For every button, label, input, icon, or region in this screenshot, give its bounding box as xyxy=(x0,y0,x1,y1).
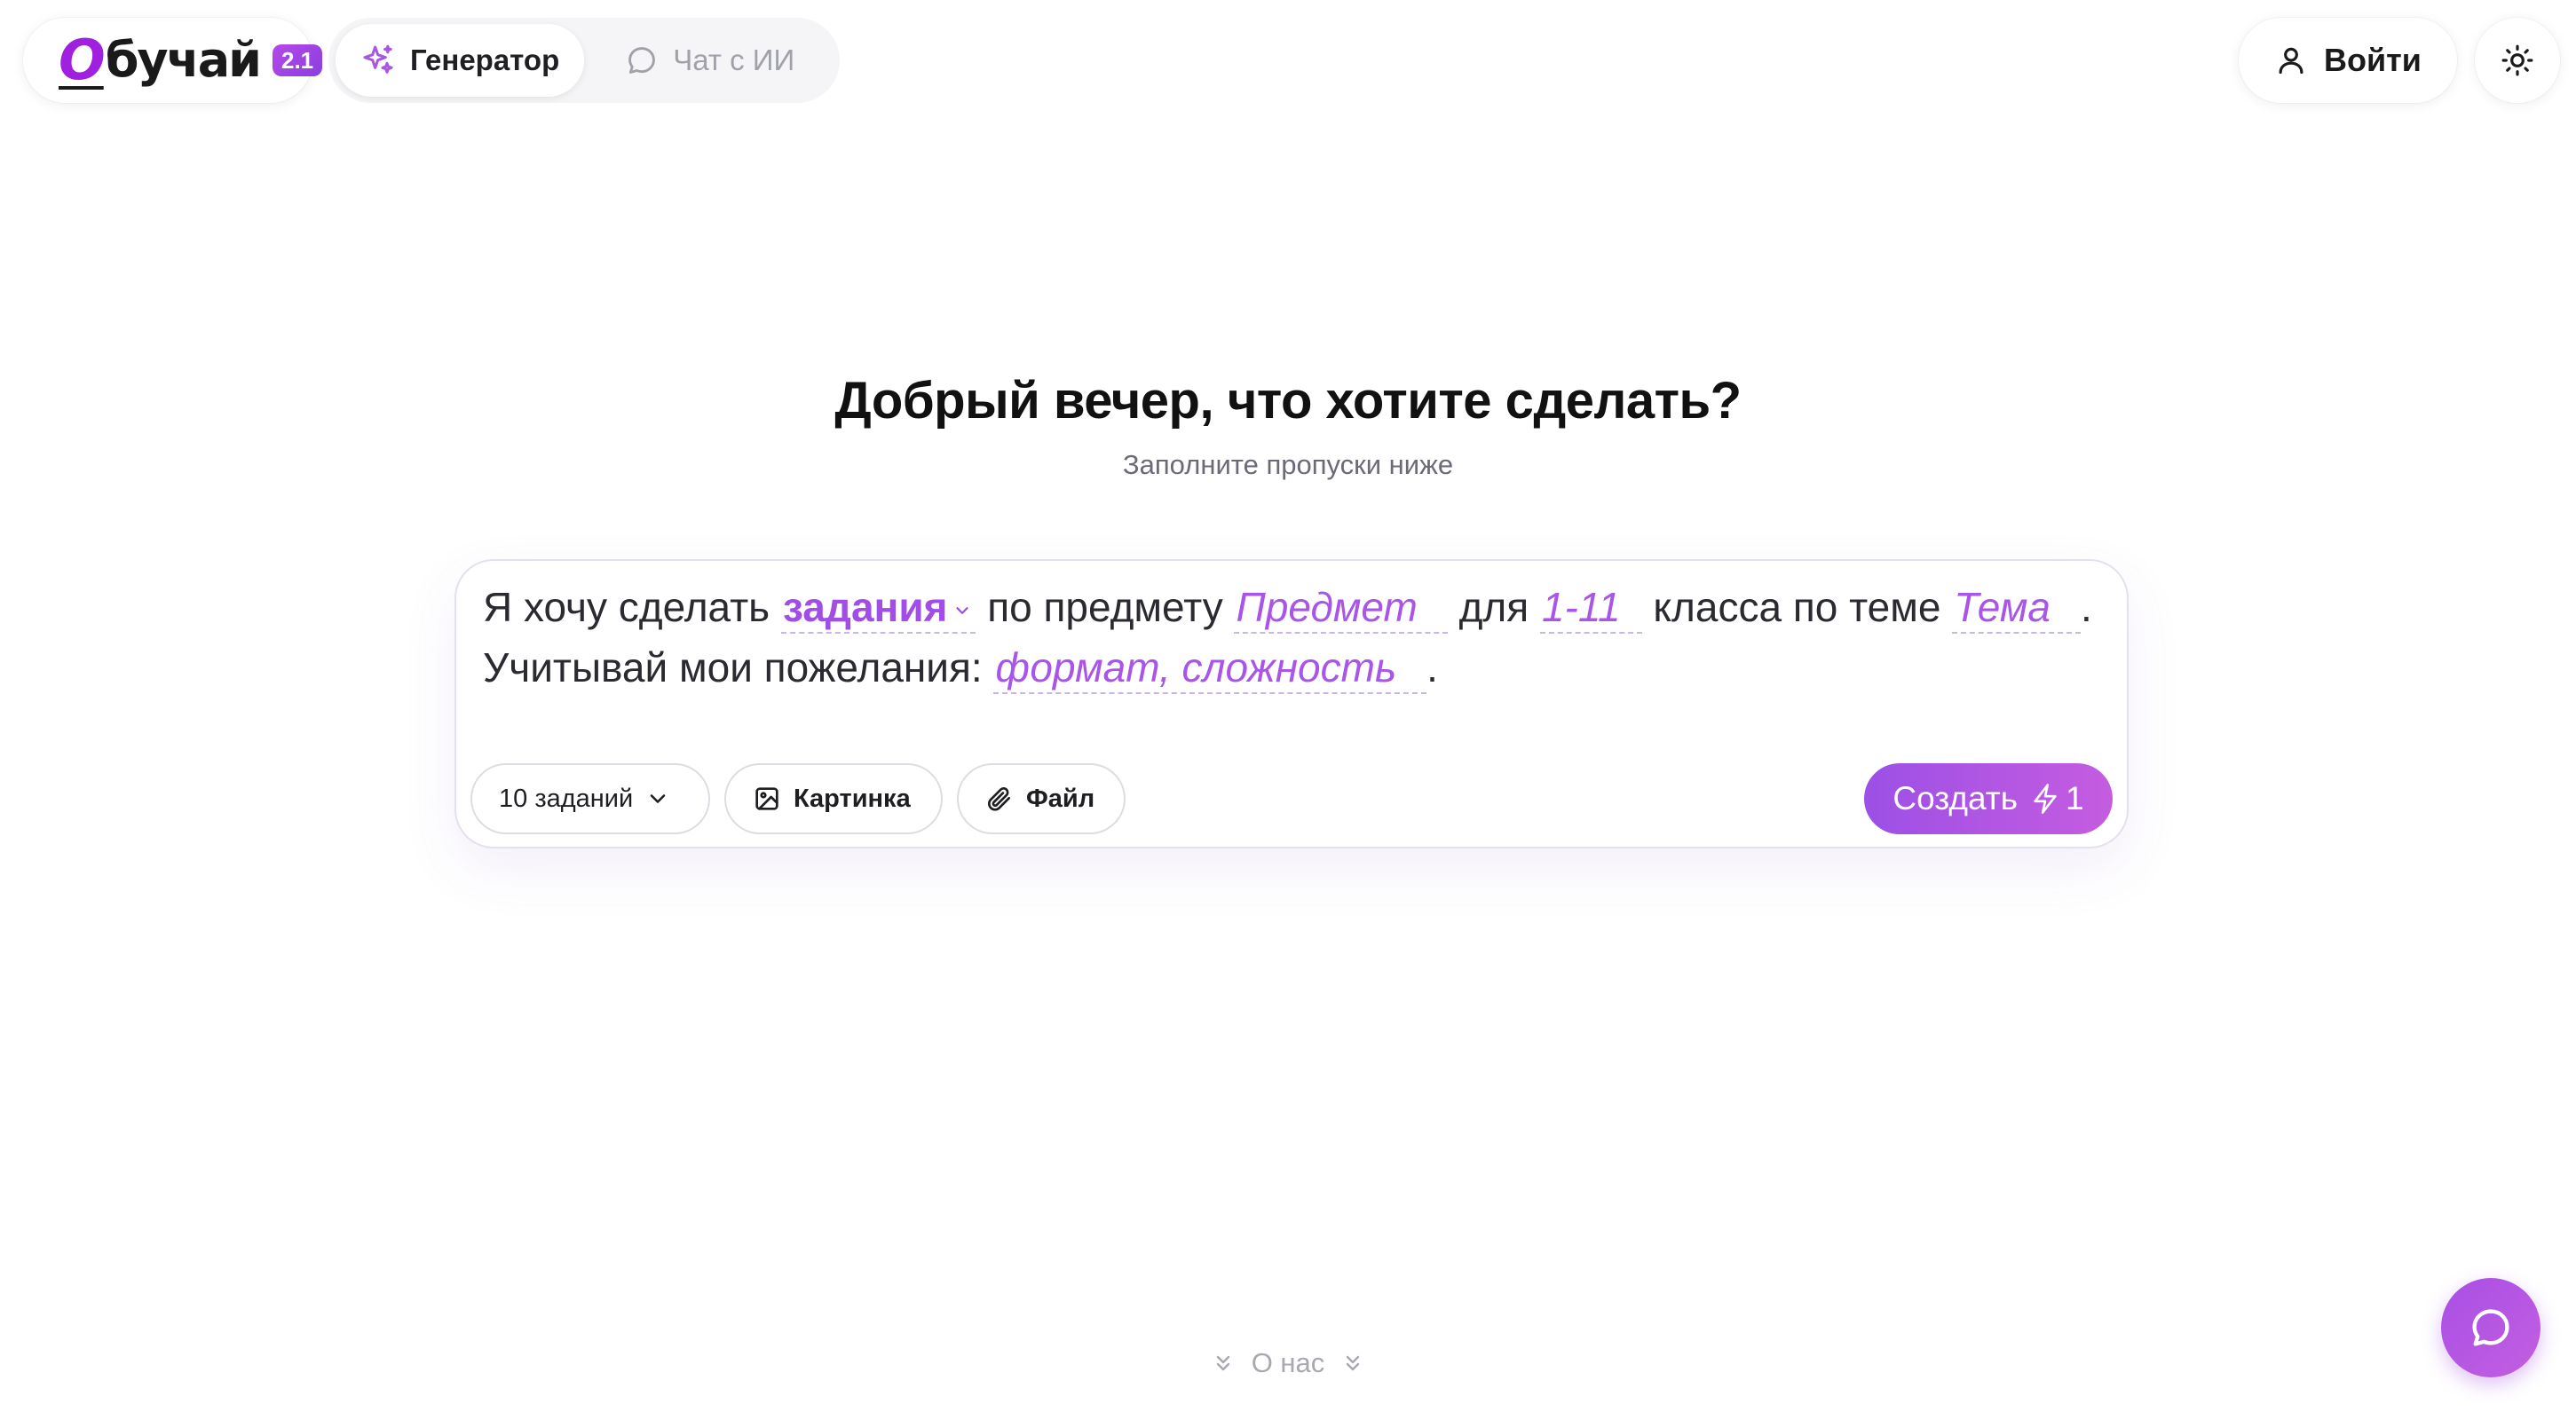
task-type-value: задания xyxy=(782,584,948,630)
paperclip-icon xyxy=(985,785,1014,813)
user-icon xyxy=(2274,43,2308,77)
task-count-label: 10 заданий xyxy=(499,784,634,813)
logo-rest: бучай xyxy=(105,32,262,88)
tab-generator[interactable]: Генератор xyxy=(336,24,585,97)
login-button[interactable]: Войти xyxy=(2239,18,2457,103)
sun-icon xyxy=(2501,43,2534,77)
sparkles-icon xyxy=(360,43,396,78)
logo[interactable]: О бучай 2.1 xyxy=(23,18,323,103)
chat-support-button[interactable] xyxy=(2441,1278,2540,1377)
prompt-text-part: для xyxy=(1458,584,1529,630)
lightning-icon xyxy=(2030,782,2060,816)
grade-input[interactable]: 1-11 xyxy=(1539,582,1642,634)
attach-file-button[interactable]: Файл xyxy=(957,763,1126,834)
chat-bubble-icon xyxy=(625,43,659,77)
double-chevron-down-icon xyxy=(1342,1352,1363,1375)
chat-bubble-icon xyxy=(2468,1305,2514,1351)
subject-input[interactable]: Предмет xyxy=(1234,582,1448,634)
add-image-button[interactable]: Картинка xyxy=(724,763,943,834)
add-image-label: Картинка xyxy=(794,784,911,813)
prompt-period: . xyxy=(1426,644,1438,690)
tab-generator-label: Генератор xyxy=(410,43,560,76)
prompt-text-part: Я хочу сделать xyxy=(483,584,770,630)
create-button[interactable]: Создать 1 xyxy=(1864,763,2113,834)
mode-switch: Генератор Чат с ИИ xyxy=(328,18,840,103)
prompt-text-part: по предмету xyxy=(987,584,1223,630)
prompt-text-part: класса по теме xyxy=(1653,584,1941,630)
logo-first-letter: О xyxy=(59,28,106,92)
attach-file-label: Файл xyxy=(1026,784,1095,813)
logo-wordmark: О бучай xyxy=(59,28,262,92)
topic-input[interactable]: Тема xyxy=(1952,582,2081,634)
create-cost: 1 xyxy=(2066,780,2084,816)
theme-toggle-button[interactable] xyxy=(2475,18,2560,103)
task-count-dropdown[interactable]: 10 заданий xyxy=(470,763,710,834)
double-chevron-down-icon xyxy=(1213,1352,1234,1375)
chevron-down-icon xyxy=(645,786,670,811)
page-subtitle: Заполните пропуски ниже xyxy=(1122,449,1454,480)
page-title: Добрый вечер, что хотите сделать? xyxy=(834,372,1742,430)
prompt-card: Я хочу сделать задания по предмету Предм… xyxy=(454,559,2129,848)
prompt-text-part: Учитывай мои пожелания: xyxy=(483,644,983,690)
task-type-select[interactable]: задания xyxy=(780,582,976,634)
chevron-down-icon xyxy=(952,601,972,620)
tab-ai-chat-label: Чат с ИИ xyxy=(673,43,795,76)
prompt-sentence: Я хочу сделать задания по предмету Предм… xyxy=(483,577,2100,698)
wishes-input[interactable]: формат, сложность xyxy=(993,643,1427,694)
about-link[interactable]: О нас xyxy=(0,1347,2576,1379)
tab-ai-chat[interactable]: Чат с ИИ xyxy=(600,24,819,97)
about-label: О нас xyxy=(1251,1347,1325,1378)
create-label: Создать xyxy=(1892,780,2019,816)
prompt-period: . xyxy=(2081,584,2092,630)
version-badge: 2.1 xyxy=(272,43,323,77)
login-label: Войти xyxy=(2324,42,2422,78)
image-icon xyxy=(753,785,781,813)
